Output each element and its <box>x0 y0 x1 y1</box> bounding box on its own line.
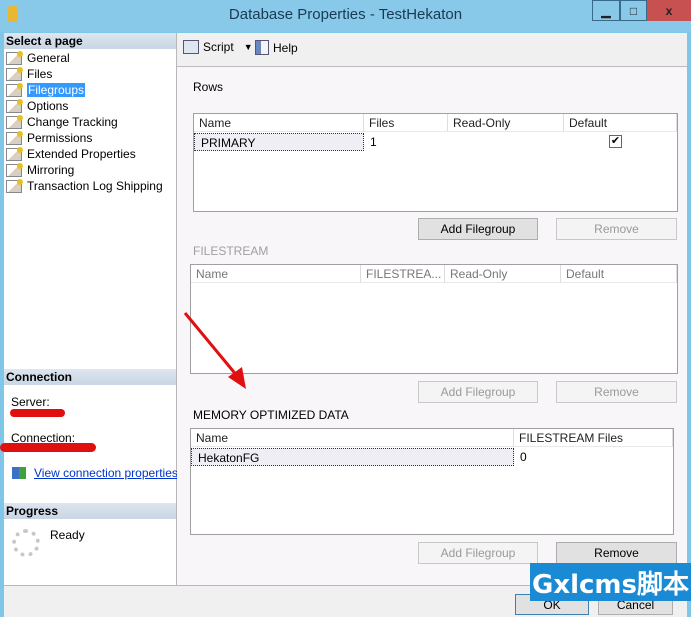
column-header[interactable]: Default <box>564 114 677 132</box>
arrow-shaft <box>183 312 240 378</box>
progress-spinner-icon <box>12 529 40 557</box>
memory-add-filegroup-button[interactable]: Add Filegroup <box>418 542 538 564</box>
filestream-grid[interactable]: Name FILESTREA... Read-Only Default <box>190 264 678 374</box>
table-cell-files[interactable]: 1 <box>364 133 448 151</box>
filestream-label: FILESTREAM <box>193 244 269 258</box>
sidebar-item-change-tracking[interactable]: Change Tracking <box>6 114 118 130</box>
script-button[interactable]: Script ▼ <box>183 40 253 54</box>
column-header[interactable]: Default <box>561 265 677 283</box>
connection-properties-icon <box>12 467 26 479</box>
sidebar-item-options[interactable]: Options <box>6 98 68 114</box>
window-title: Database Properties - TestHekaton <box>228 6 463 23</box>
view-connection-properties-link[interactable]: View connection properties <box>34 466 178 480</box>
help-button[interactable]: Help <box>255 40 298 55</box>
script-icon <box>183 40 199 54</box>
progress-status: Ready <box>50 528 85 542</box>
watermark: Gxlcms脚本 <box>530 563 691 601</box>
rows-add-filegroup-button[interactable]: Add Filegroup <box>418 218 538 240</box>
sidebar-item-transaction-log-shipping[interactable]: Transaction Log Shipping <box>6 178 163 194</box>
page-icon <box>6 178 23 193</box>
column-header[interactable]: Name <box>194 114 364 132</box>
column-header[interactable]: Read-Only <box>448 114 564 132</box>
column-header[interactable]: Name <box>191 265 361 283</box>
sidebar-item-permissions[interactable]: Permissions <box>6 130 92 146</box>
memory-optimized-label: MEMORY OPTIMIZED DATA <box>193 408 349 422</box>
column-header[interactable]: FILESTREA... <box>361 265 445 283</box>
default-checkbox[interactable]: ✔ <box>609 135 622 148</box>
memory-optimized-grid[interactable]: Name FILESTREAM Files HekatonFG 0 <box>190 428 674 535</box>
toolbar <box>177 33 687 67</box>
sidebar-item-extended-properties[interactable]: Extended Properties <box>6 146 136 162</box>
column-header[interactable]: FILESTREAM Files <box>514 429 673 447</box>
filestream-remove-button[interactable]: Remove <box>556 381 677 403</box>
page-icon <box>6 50 23 65</box>
column-header[interactable]: Read-Only <box>445 265 561 283</box>
server-label: Server: <box>11 395 50 409</box>
rows-remove-button[interactable]: Remove <box>556 218 677 240</box>
table-cell-name[interactable]: HekatonFG <box>191 448 514 466</box>
table-cell-files[interactable]: 0 <box>514 448 673 466</box>
page-icon <box>6 114 23 129</box>
sidebar-item-mirroring[interactable]: Mirroring <box>6 162 74 178</box>
rows-label: Rows <box>193 80 224 94</box>
close-button[interactable]: x <box>647 0 691 21</box>
table-cell-name[interactable]: PRIMARY <box>194 133 364 151</box>
chevron-down-icon[interactable]: ▼ <box>244 42 253 52</box>
progress-header: Progress <box>4 503 176 519</box>
select-page-header: Select a page <box>4 33 176 49</box>
annotation-arrow <box>183 312 246 389</box>
redaction-mark <box>0 443 96 452</box>
page-icon <box>6 162 23 177</box>
sidebar-item-general[interactable]: General <box>6 50 70 66</box>
page-icon <box>6 82 23 97</box>
minimize-button[interactable]: ▁ <box>592 0 620 21</box>
rows-grid[interactable]: Name Files Read-Only Default PRIMARY 1 ✔ <box>193 113 678 212</box>
memory-remove-button[interactable]: Remove <box>556 542 677 564</box>
filestream-add-filegroup-button[interactable]: Add Filegroup <box>418 381 538 403</box>
connection-header: Connection <box>4 369 176 385</box>
page-icon <box>6 66 23 81</box>
redaction-mark <box>10 409 65 417</box>
maximize-button[interactable]: □ <box>620 0 647 21</box>
help-icon <box>255 40 269 55</box>
page-icon <box>6 130 23 145</box>
column-header[interactable]: Name <box>191 429 514 447</box>
sidebar-item-files[interactable]: Files <box>6 66 52 82</box>
sidebar-item-filegroups[interactable]: Filegroups <box>6 82 86 98</box>
page-icon <box>6 98 23 113</box>
column-header[interactable]: Files <box>364 114 448 132</box>
page-icon <box>6 146 23 161</box>
